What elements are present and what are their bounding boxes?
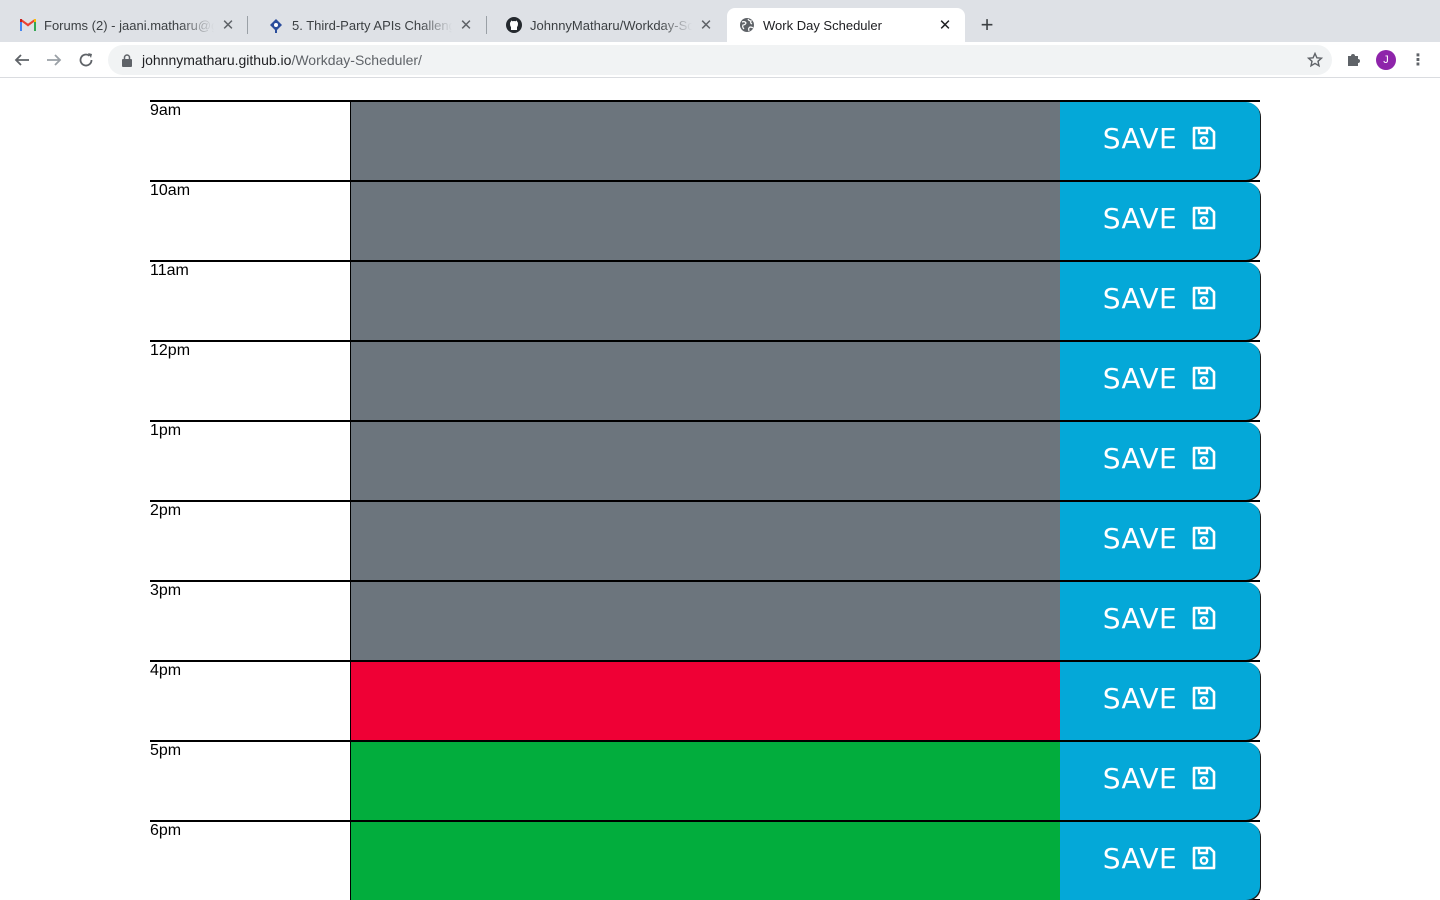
hour-label: 2pm	[150, 502, 350, 580]
address-bar[interactable]: johnnymatharu.github.io/Workday-Schedule…	[108, 45, 1332, 75]
event-textarea[interactable]	[350, 182, 1060, 260]
kebab-menu-icon[interactable]: ⋮	[1410, 50, 1426, 70]
bookmark-star-icon[interactable]	[1306, 51, 1324, 69]
save-button[interactable]: SAVE	[1060, 102, 1260, 180]
new-tab-button[interactable]: +	[975, 13, 999, 37]
hour-label: 12pm	[150, 342, 350, 420]
hour-label: 9am	[150, 102, 350, 180]
tab-title: Work Day Scheduler	[763, 17, 882, 33]
tab-work-day-scheduler[interactable]: Work Day Scheduler ✕	[727, 8, 965, 42]
close-icon[interactable]: ✕	[220, 17, 236, 34]
time-block-row: 1pm SAVE	[150, 420, 1260, 500]
lock-icon[interactable]	[120, 53, 134, 67]
hour-label: 10am	[150, 182, 350, 260]
tab-title: 5. Third-Party APIs Challenge: Work Day …	[292, 17, 452, 33]
forward-button[interactable]	[42, 48, 66, 72]
tab-github[interactable]: JohnnyMatharu/Workday-Scheduler ✕	[486, 8, 726, 42]
bootcamp-icon	[268, 17, 284, 33]
close-icon[interactable]: ✕	[698, 17, 714, 34]
floppy-disk-icon	[1191, 365, 1217, 391]
save-button-label: SAVE	[1102, 761, 1178, 795]
floppy-disk-icon	[1191, 685, 1217, 711]
close-icon[interactable]: ✕	[458, 17, 474, 34]
hour-label: 1pm	[150, 422, 350, 500]
tab-gmail[interactable]: Forums (2) - jaani.matharu@gmail.com ✕	[0, 8, 248, 42]
save-button[interactable]: SAVE	[1060, 662, 1260, 740]
event-textarea[interactable]	[350, 102, 1060, 180]
globe-icon	[739, 17, 755, 33]
profile-avatar[interactable]: J	[1376, 50, 1396, 70]
floppy-disk-icon	[1191, 765, 1217, 791]
gmail-icon	[20, 17, 36, 33]
back-arrow-icon	[14, 54, 29, 66]
time-block-row: 2pm SAVE	[150, 500, 1260, 580]
save-button[interactable]: SAVE	[1060, 502, 1260, 580]
url-host: johnnymatharu.github.io	[142, 52, 292, 68]
floppy-disk-icon	[1191, 845, 1217, 871]
save-button-label: SAVE	[1102, 121, 1178, 155]
browser-toolbar: johnnymatharu.github.io/Workday-Schedule…	[0, 42, 1440, 78]
url-path: /Workday-Scheduler/	[291, 52, 422, 68]
hour-label: 4pm	[150, 662, 350, 740]
save-button[interactable]: SAVE	[1060, 422, 1260, 500]
hour-label: 5pm	[150, 742, 350, 820]
event-textarea[interactable]	[350, 822, 1060, 900]
save-button[interactable]: SAVE	[1060, 262, 1260, 340]
save-button-label: SAVE	[1102, 361, 1178, 395]
reload-icon	[79, 53, 93, 67]
extensions-puzzle-icon[interactable]	[1344, 49, 1364, 69]
time-block-row: 4pm SAVE	[150, 660, 1260, 740]
event-textarea[interactable]	[350, 582, 1060, 660]
event-textarea[interactable]	[350, 742, 1060, 820]
time-block-row: 6pm SAVE	[150, 820, 1260, 900]
page-viewport: 9am SAVE 10am SAVE 11am SAVE 12pm SAVE 1pm SAVE 2p…	[0, 79, 1440, 900]
floppy-disk-icon	[1191, 445, 1217, 471]
event-textarea[interactable]	[350, 662, 1060, 740]
event-textarea[interactable]	[350, 262, 1060, 340]
reload-button[interactable]	[74, 48, 98, 72]
tab-bootcamp[interactable]: 5. Third-Party APIs Challenge: Work Day …	[248, 8, 486, 42]
forward-arrow-icon	[47, 54, 62, 66]
save-button-label: SAVE	[1102, 441, 1178, 475]
time-block-row: 10am SAVE	[150, 180, 1260, 260]
event-textarea[interactable]	[350, 342, 1060, 420]
time-block-row: 3pm SAVE	[150, 580, 1260, 660]
event-textarea[interactable]	[350, 422, 1060, 500]
save-button[interactable]: SAVE	[1060, 182, 1260, 260]
back-button[interactable]	[10, 48, 34, 72]
floppy-disk-icon	[1191, 525, 1217, 551]
save-button-label: SAVE	[1102, 681, 1178, 715]
tab-title: Forums (2) - jaani.matharu@gmail.com	[44, 17, 214, 33]
tab-title: JohnnyMatharu/Workday-Scheduler	[530, 17, 692, 33]
save-button-label: SAVE	[1102, 281, 1178, 315]
save-button[interactable]: SAVE	[1060, 742, 1260, 820]
save-button-label: SAVE	[1102, 601, 1178, 635]
close-icon[interactable]: ✕	[937, 17, 953, 34]
save-button-label: SAVE	[1102, 521, 1178, 555]
hour-label: 11am	[150, 262, 350, 340]
hour-label: 6pm	[150, 822, 350, 900]
save-button[interactable]: SAVE	[1060, 822, 1260, 900]
floppy-disk-icon	[1191, 125, 1217, 151]
event-textarea[interactable]	[350, 502, 1060, 580]
floppy-disk-icon	[1191, 205, 1217, 231]
save-button-label: SAVE	[1102, 841, 1178, 875]
floppy-disk-icon	[1191, 285, 1217, 311]
save-button[interactable]: SAVE	[1060, 342, 1260, 420]
tab-strip: Forums (2) - jaani.matharu@gmail.com ✕ 5…	[0, 0, 1440, 42]
scheduler-container: 9am SAVE 10am SAVE 11am SAVE 12pm SAVE 1pm SAVE 2p…	[150, 100, 1260, 900]
time-block-row: 9am SAVE	[150, 100, 1260, 180]
floppy-disk-icon	[1191, 605, 1217, 631]
time-block-row: 5pm SAVE	[150, 740, 1260, 820]
time-block-row: 11am SAVE	[150, 260, 1260, 340]
github-icon	[506, 17, 522, 33]
save-button-label: SAVE	[1102, 201, 1178, 235]
time-block-row: 12pm SAVE	[150, 340, 1260, 420]
save-button[interactable]: SAVE	[1060, 582, 1260, 660]
hour-label: 3pm	[150, 582, 350, 660]
